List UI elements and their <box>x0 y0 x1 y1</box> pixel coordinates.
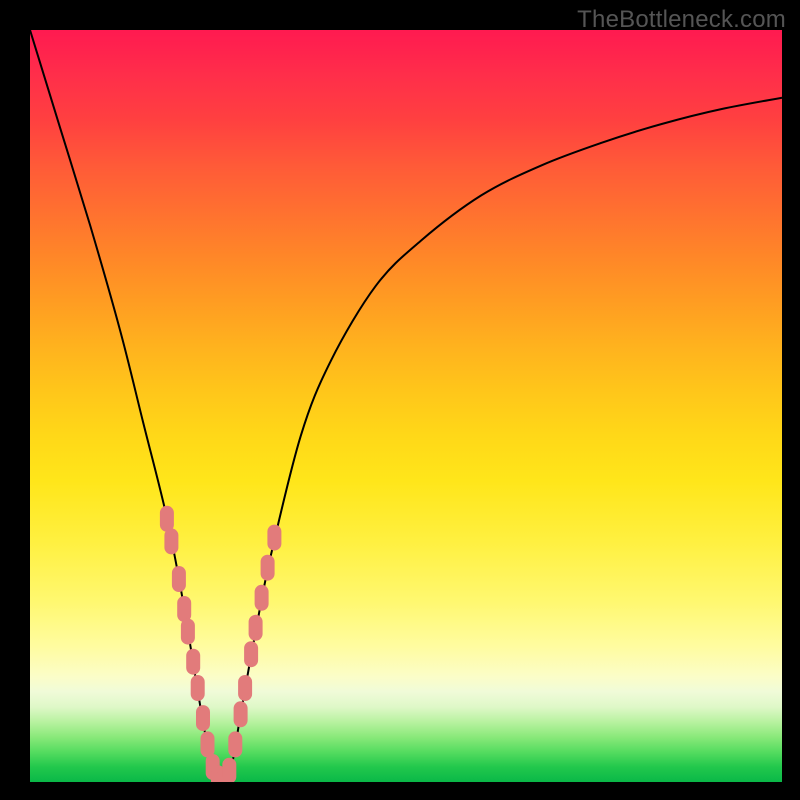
plot-background-gradient <box>30 30 782 782</box>
watermark-text: TheBottleneck.com <box>577 6 786 34</box>
